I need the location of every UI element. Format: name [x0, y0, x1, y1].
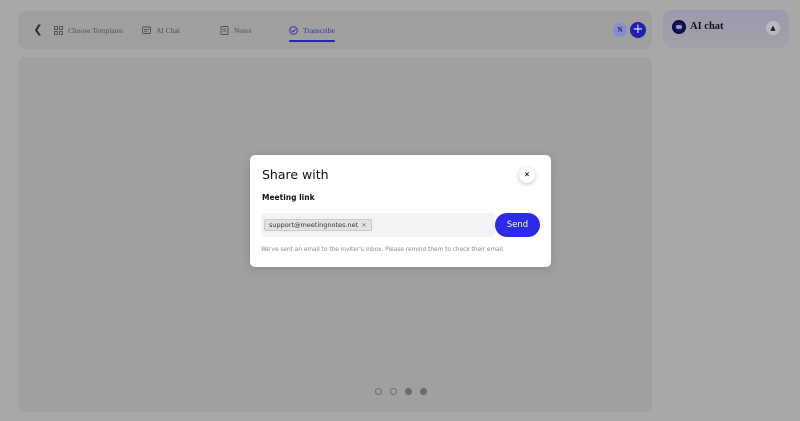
- grid-icon: [54, 25, 63, 35]
- send-button[interactable]: Send: [495, 213, 540, 237]
- remove-chip-icon[interactable]: ×: [361, 221, 366, 229]
- tab-notes[interactable]: Notes: [220, 22, 252, 38]
- email-chip: support@meetingnotes.net ×: [264, 219, 372, 231]
- note-icon: [220, 25, 229, 35]
- pagination-dot[interactable]: [390, 388, 397, 395]
- chevron-up-icon[interactable]: ▲: [766, 21, 780, 35]
- close-button[interactable]: ×: [519, 167, 535, 183]
- tab-transcribe[interactable]: Transcribe: [289, 22, 335, 42]
- tab-ai-chat[interactable]: AI Chat: [142, 22, 180, 38]
- add-button[interactable]: +: [630, 22, 646, 38]
- pagination-dot[interactable]: [420, 388, 427, 395]
- status-note: We've sent an email to the inviter's inb…: [261, 247, 505, 253]
- tab-label: Transcribe: [303, 25, 335, 35]
- email-chip-value: support@meetingnotes.net: [269, 221, 359, 229]
- back-chevron-icon[interactable]: ❮: [32, 24, 44, 36]
- tab-label: Notes: [234, 25, 252, 35]
- share-dialog: Share with × Meeting link support@meetin…: [250, 155, 551, 267]
- user-avatar[interactable]: N: [613, 23, 627, 37]
- meeting-link-label: Meeting link: [262, 193, 315, 202]
- ai-chat-panel: AI chat ▲: [663, 10, 789, 48]
- ai-chat-title: AI chat: [690, 21, 724, 32]
- email-recipients-input[interactable]: support@meetingnotes.net ×: [261, 213, 495, 237]
- pagination-dot[interactable]: [375, 388, 382, 395]
- message-icon: [142, 26, 151, 35]
- ai-chat-logo-icon: [672, 20, 686, 34]
- dialog-title: Share with: [262, 167, 329, 182]
- pagination-dot[interactable]: [405, 388, 412, 395]
- pagination-dots: [375, 388, 427, 395]
- tab-label: Choose Templates: [68, 25, 123, 35]
- transcribe-icon: [289, 25, 298, 35]
- tab-choose-templates[interactable]: Choose Templates: [54, 22, 123, 38]
- top-navigation-bar: ❮ Choose Templates AI Chat Notes Transcr…: [18, 11, 652, 49]
- tab-label: AI Chat: [156, 25, 180, 35]
